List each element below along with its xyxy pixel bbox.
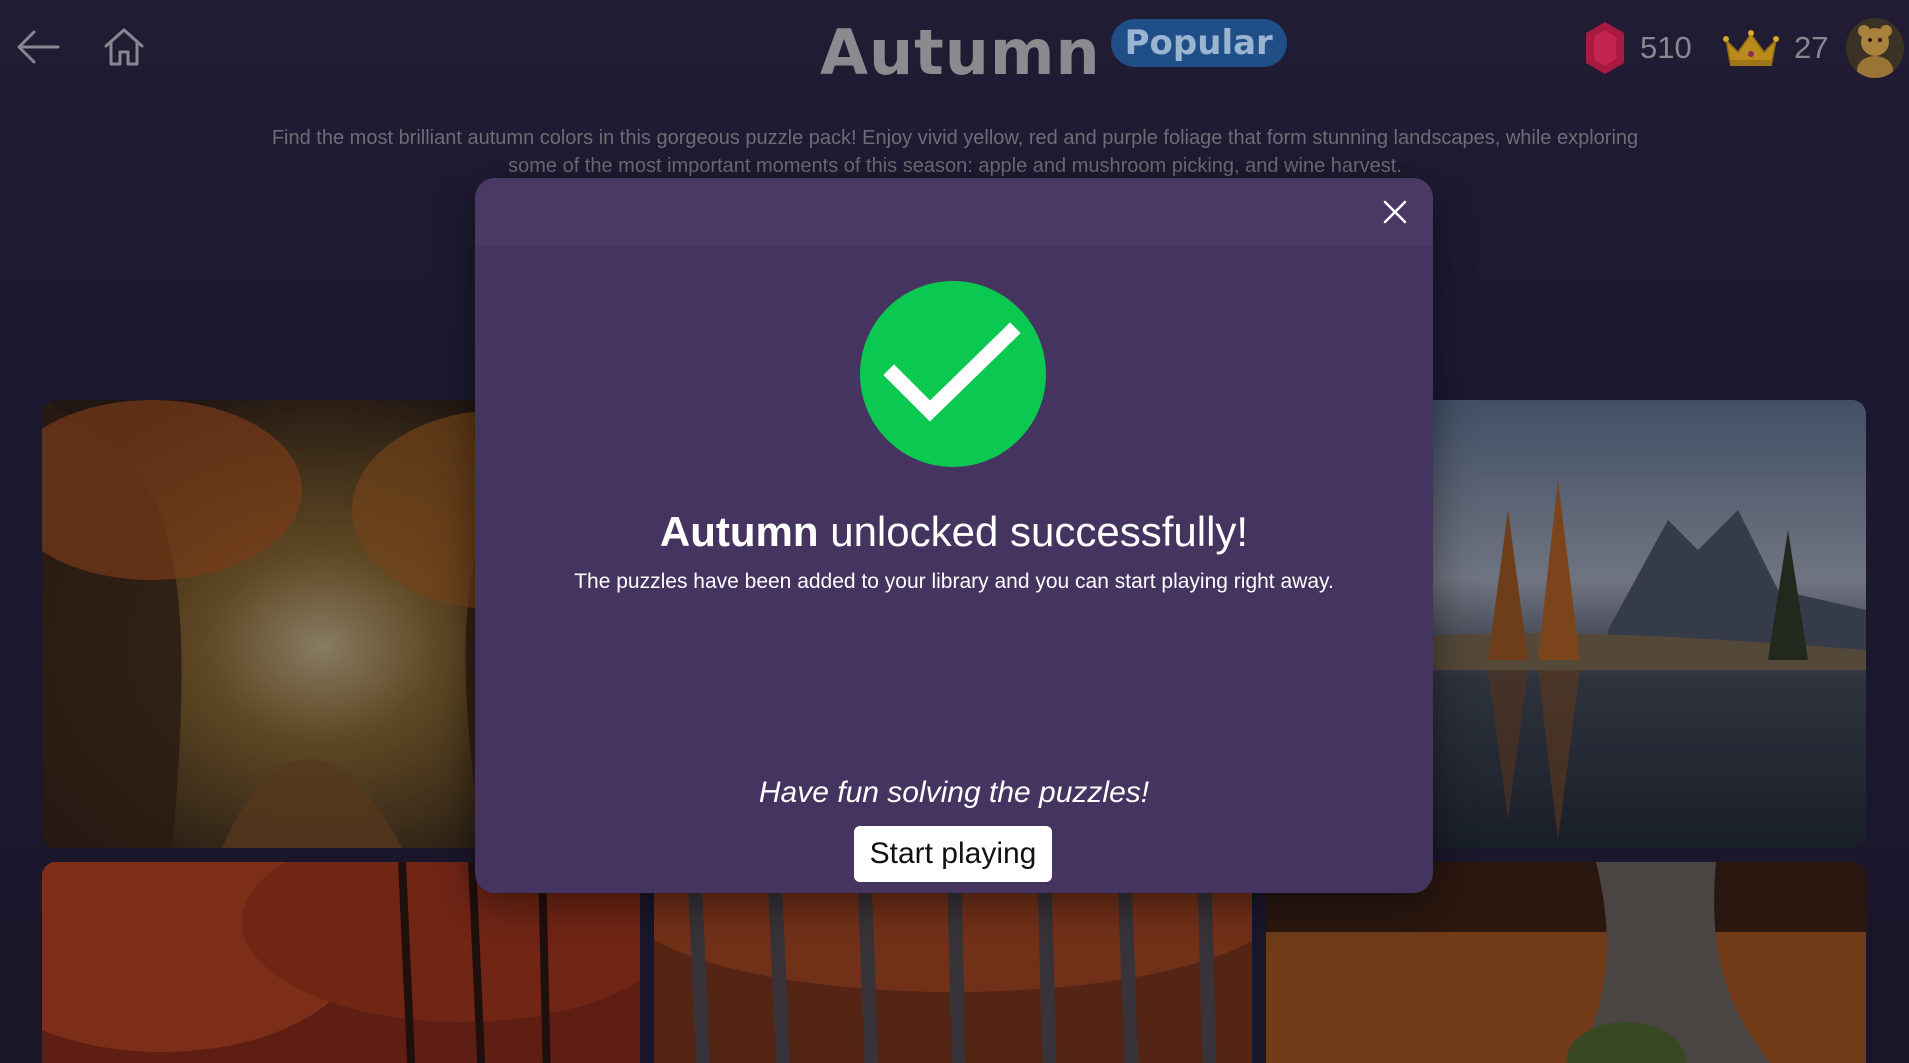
gems-count: 510 [1640, 30, 1692, 65]
crowns-count: 27 [1794, 30, 1829, 65]
dialog-fun-text: Have fun solving the puzzles! [758, 776, 1150, 809]
home-button[interactable] [96, 24, 152, 74]
home-icon [102, 26, 146, 73]
back-arrow-icon [14, 27, 62, 72]
gem-icon [1584, 20, 1626, 76]
unlock-success-dialog: Autumn unlocked successfully! The puzzle… [475, 178, 1433, 893]
top-bar: Autumn Popular 510 27 [0, 0, 1909, 100]
pack-title-group: Autumn Popular [820, 12, 1287, 92]
start-playing-button[interactable]: Start playing [854, 826, 1052, 882]
pack-title: Autumn [820, 15, 1101, 89]
close-icon [1382, 199, 1408, 230]
dialog-title-rest: unlocked successfully! [818, 508, 1249, 555]
close-button[interactable] [1373, 192, 1417, 236]
dialog-message: The puzzles have been added to your libr… [574, 570, 1334, 593]
avatar[interactable] [1846, 18, 1904, 78]
dialog-header [475, 178, 1433, 246]
back-button[interactable] [10, 24, 66, 74]
checkmark-circle-icon [860, 281, 1046, 467]
popular-badge: Popular [1110, 19, 1287, 67]
gems-counter[interactable]: 510 [1584, 18, 1692, 78]
dialog-title: Autumn unlocked successfully! [475, 506, 1433, 558]
crowns-counter[interactable]: 27 [1722, 18, 1828, 78]
crown-icon [1722, 28, 1780, 68]
dialog-title-pack-name: Autumn [659, 508, 819, 555]
pack-description: Find the most brilliant autumn colors in… [271, 127, 1639, 177]
puzzle-pack-page: Autumn Popular 510 27 Find the most bril… [0, 0, 1909, 1063]
